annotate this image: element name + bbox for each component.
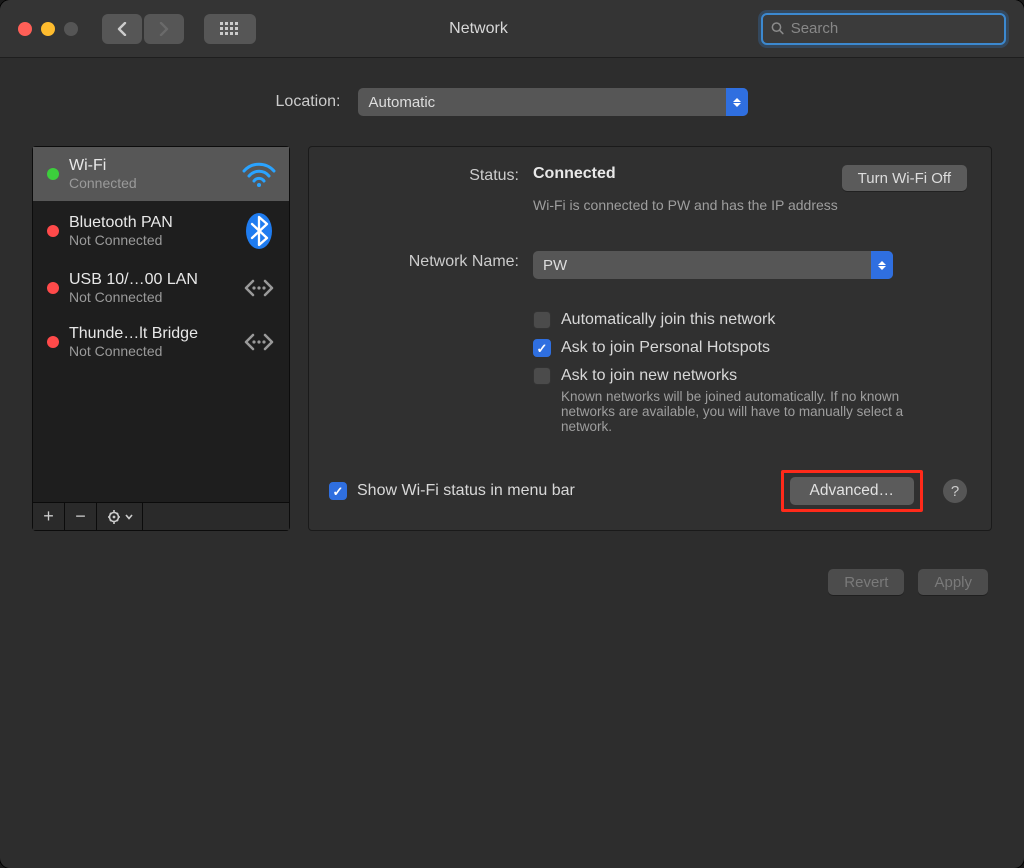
search-input[interactable] [791, 20, 996, 37]
auto-join-label: Automatically join this network [561, 311, 775, 329]
help-button[interactable]: ? [943, 479, 967, 503]
chevron-updown-icon [871, 251, 893, 279]
network-name-label: Network Name: [329, 251, 519, 444]
auto-join-checkbox-row[interactable]: Automatically join this network [533, 311, 967, 329]
service-sidebar: Wi-Fi Connected Bluetooth PAN Not Connec… [32, 146, 290, 531]
remove-service-button[interactable]: − [65, 503, 97, 530]
checkbox-icon[interactable] [533, 367, 551, 385]
back-button[interactable] [102, 14, 142, 44]
service-status: Not Connected [69, 232, 231, 248]
service-status: Connected [69, 175, 231, 191]
status-value: Connected [533, 165, 616, 183]
status-detail-text: Wi-Fi is connected to PW and has the IP … [533, 197, 913, 213]
service-status: Not Connected [69, 343, 231, 359]
service-item-usb-lan[interactable]: USB 10/…00 LAN Not Connected [33, 261, 289, 315]
service-item-thunderbolt[interactable]: Thunde…lt Bridge Not Connected [33, 315, 289, 369]
network-preferences-window: Network Location: Automatic Wi-Fi Connec… [0, 0, 1024, 868]
sidebar-footer: + − [33, 502, 289, 530]
minimize-icon[interactable] [41, 22, 55, 36]
service-name: Wi-Fi [69, 157, 231, 175]
action-menu-button[interactable] [97, 503, 143, 530]
service-list: Wi-Fi Connected Bluetooth PAN Not Connec… [33, 147, 289, 502]
location-value: Automatic [368, 94, 435, 111]
footer: Revert Apply [0, 551, 1024, 595]
ethernet-icon [241, 273, 277, 303]
checkbox-icon[interactable] [533, 339, 551, 357]
window-title: Network [210, 20, 747, 38]
status-label: Status: [329, 165, 519, 213]
new-networks-label: Ask to join new networks [561, 367, 931, 385]
ethernet-icon [241, 327, 277, 357]
network-name-select[interactable]: PW [533, 251, 893, 279]
search-field[interactable] [761, 13, 1006, 45]
revert-button: Revert [828, 569, 904, 595]
wifi-toggle-button[interactable]: Turn Wi-Fi Off [842, 165, 967, 191]
detail-pane: Status: Connected Turn Wi-Fi Off Wi-Fi i… [308, 146, 992, 531]
location-row: Location: Automatic [0, 58, 1024, 136]
chevron-updown-icon [726, 88, 748, 116]
service-status: Not Connected [69, 289, 231, 305]
checkbox-icon[interactable] [329, 482, 347, 500]
apply-button: Apply [918, 569, 988, 595]
location-select[interactable]: Automatic [358, 88, 748, 116]
new-networks-checkbox-row[interactable]: Ask to join new networks Known networks … [533, 367, 967, 434]
add-service-button[interactable]: + [33, 503, 65, 530]
service-name: Thunde…lt Bridge [69, 325, 231, 343]
advanced-button[interactable]: Advanced… [790, 477, 914, 505]
traffic-lights [18, 22, 78, 36]
status-dot-icon [47, 336, 59, 348]
search-icon [771, 21, 785, 36]
chevron-down-icon [125, 514, 133, 520]
hotspot-checkbox-row[interactable]: Ask to join Personal Hotspots [533, 339, 967, 357]
titlebar: Network [0, 0, 1024, 58]
status-dot-icon [47, 225, 59, 237]
hotspot-label: Ask to join Personal Hotspots [561, 339, 770, 357]
bluetooth-icon [241, 211, 277, 251]
close-icon[interactable] [18, 22, 32, 36]
forward-button [144, 14, 184, 44]
menubar-checkbox-row[interactable]: Show Wi-Fi status in menu bar [329, 482, 575, 500]
service-name: USB 10/…00 LAN [69, 271, 231, 289]
detail-bottom-row: Show Wi-Fi status in menu bar Advanced… … [329, 470, 967, 512]
service-name: Bluetooth PAN [69, 214, 231, 232]
service-item-wifi[interactable]: Wi-Fi Connected [33, 147, 289, 201]
zoom-icon [64, 22, 78, 36]
location-label: Location: [276, 93, 341, 111]
status-dot-icon [47, 282, 59, 294]
known-networks-note: Known networks will be joined automatica… [561, 389, 931, 434]
status-dot-icon [47, 168, 59, 180]
service-item-bluetooth[interactable]: Bluetooth PAN Not Connected [33, 201, 289, 261]
advanced-highlight: Advanced… [781, 470, 923, 512]
wifi-icon [241, 161, 277, 187]
nav-buttons [102, 14, 184, 44]
gear-icon [107, 509, 123, 525]
checkbox-icon[interactable] [533, 311, 551, 329]
menubar-label: Show Wi-Fi status in menu bar [357, 482, 575, 500]
network-name-value: PW [543, 257, 567, 274]
